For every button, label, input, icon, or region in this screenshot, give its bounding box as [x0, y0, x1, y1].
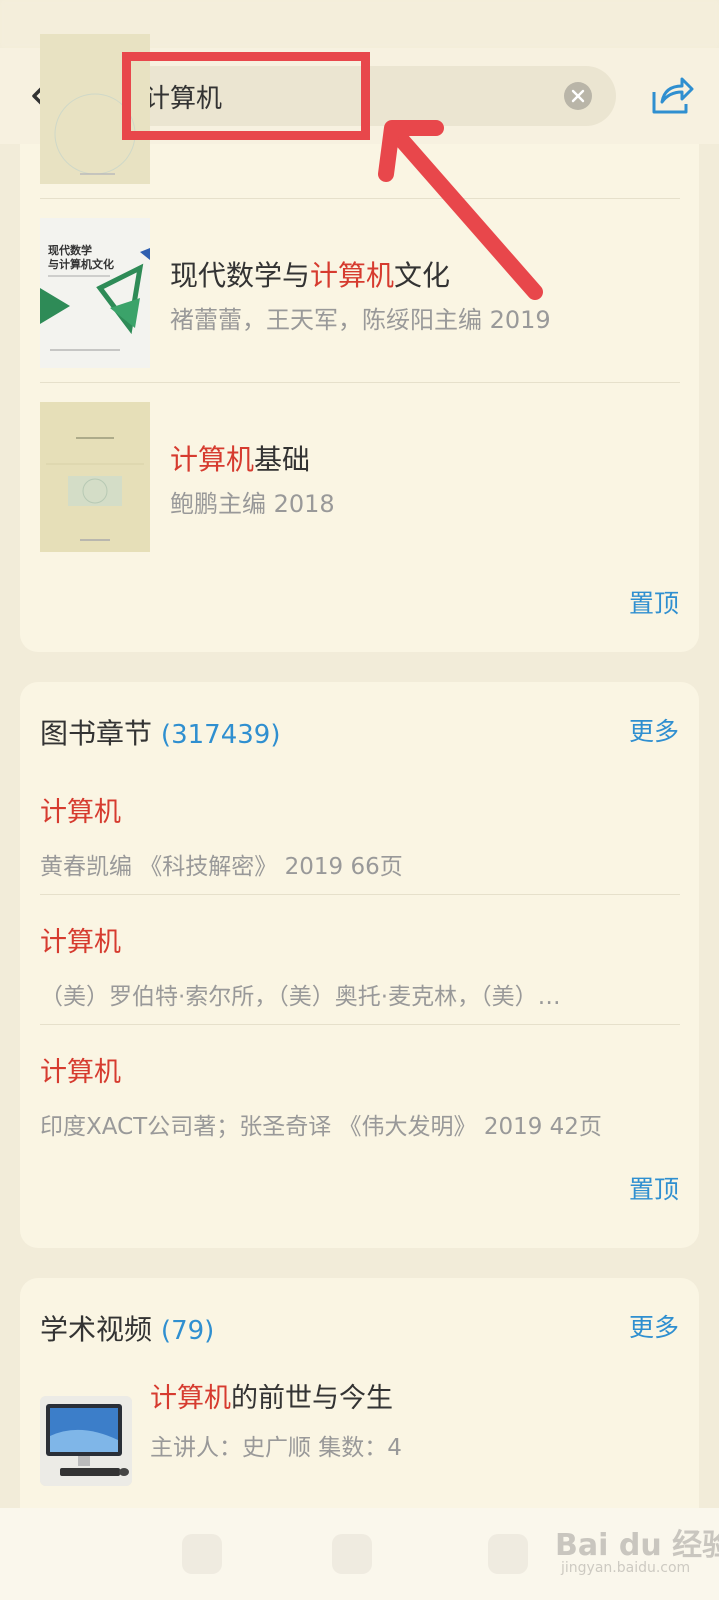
list-item[interactable]: 现代数学 与计算机文化 现代数学与计算机文化 褚蕾蕾，王天军，陈绥阳主编 201…	[40, 218, 680, 368]
svg-text:与计算机文化: 与计算机文化	[48, 257, 114, 271]
book-chapters-card: 图书章节 (317439) 更多 计算机 黄春凯编 《科技解密》 2019 66…	[20, 682, 699, 1248]
book-title[interactable]: 计算机基础	[170, 438, 310, 478]
bottom-nav	[0, 1508, 719, 1600]
chapter-title[interactable]: 计算机	[40, 1050, 680, 1089]
chapter-meta: 印度XACT公司著；张圣奇译 《伟大发明》 2019 42页	[40, 1114, 602, 1140]
video-meta: 主讲人：史广顺 集数：4	[150, 1435, 402, 1461]
video-title[interactable]: 计算机的前世与今生	[150, 1376, 393, 1415]
pin-top-button[interactable]: 置顶	[629, 1170, 679, 1206]
section-title: 学术视频 (79)	[40, 1313, 215, 1346]
divider	[40, 198, 680, 199]
share-icon	[652, 77, 694, 114]
section-title: 图书章节 (317439)	[40, 717, 281, 750]
nav-item[interactable]	[488, 1534, 528, 1574]
nav-item[interactable]	[332, 1534, 372, 1574]
more-button[interactable]: 更多	[629, 712, 679, 748]
list-item[interactable]	[40, 34, 680, 184]
divider	[40, 894, 680, 895]
more-button[interactable]: 更多	[629, 1308, 679, 1344]
svg-text:现代数学: 现代数学	[48, 243, 92, 257]
result-count: (317439)	[160, 720, 281, 750]
close-icon	[571, 89, 585, 103]
computer-icon	[40, 1396, 132, 1486]
divider	[40, 1024, 680, 1025]
book-cover: 现代数学 与计算机文化	[40, 218, 150, 368]
book-title[interactable]: 现代数学与计算机文化	[170, 254, 450, 294]
chapter-meta: 黄春凯编 《科技解密》 2019 66页	[40, 854, 403, 880]
clear-button[interactable]	[564, 82, 592, 110]
book-cover	[40, 402, 150, 552]
book-results-card: 现代数学 与计算机文化 现代数学与计算机文化 褚蕾蕾，王天军，陈绥阳主编 201…	[20, 34, 699, 652]
search-input[interactable]	[144, 76, 564, 116]
book-meta: 鲍鹏主编 2018	[170, 490, 335, 518]
list-item[interactable]: 计算机基础 鲍鹏主编 2018	[40, 402, 680, 552]
video-thumbnail[interactable]	[40, 1396, 132, 1486]
book-cover	[40, 34, 150, 184]
chapter-title[interactable]: 计算机	[40, 790, 680, 829]
result-count: (79)	[160, 1316, 215, 1346]
list-item[interactable]: 计算机 （美）罗伯特·索尔所，（美）奥托·麦克林，（美）…	[40, 920, 680, 1011]
chapter-meta: （美）罗伯特·索尔所，（美）奥托·麦克林，（美）…	[40, 984, 561, 1010]
search-box[interactable]	[84, 66, 616, 126]
divider	[40, 382, 680, 383]
nav-item[interactable]	[182, 1534, 222, 1574]
academic-videos-card: 学术视频 (79) 更多 计算机的前世与今生 主讲人：史广顺 集数：4	[20, 1278, 699, 1508]
list-item[interactable]: 计算机 黄春凯编 《科技解密》 2019 66页	[40, 790, 680, 881]
share-button[interactable]	[648, 74, 696, 118]
chapter-title[interactable]: 计算机	[40, 920, 680, 959]
pin-top-button[interactable]: 置顶	[629, 584, 679, 620]
book-meta: 褚蕾蕾，王天军，陈绥阳主编 2019	[170, 306, 551, 334]
list-item[interactable]: 计算机 印度XACT公司著；张圣奇译 《伟大发明》 2019 42页	[40, 1050, 680, 1141]
